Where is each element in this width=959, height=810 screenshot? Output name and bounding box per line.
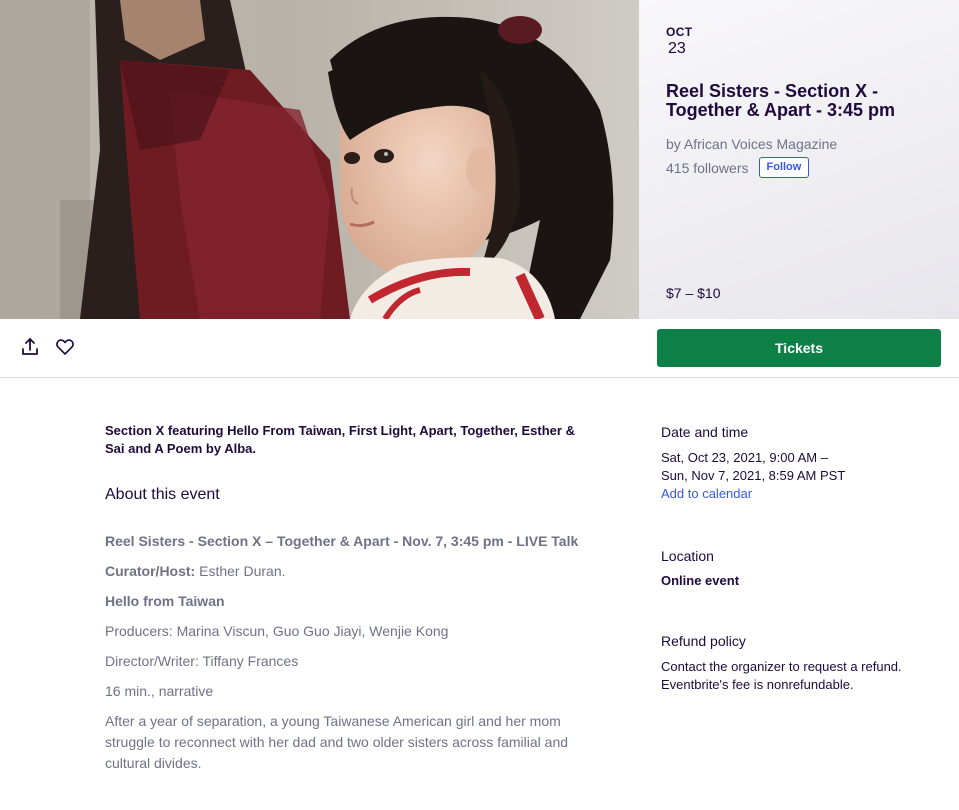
price-range: $7 – $10: [666, 285, 721, 301]
event-date-day: 23: [668, 40, 686, 57]
organizer-followers-row: 415 followers Follow: [666, 157, 810, 178]
curator-label: Curator/Host:: [105, 563, 196, 579]
refund-policy-line2: Eventbrite's fee is nonrefundable.: [661, 677, 854, 692]
date-time-heading: Date and time: [661, 424, 749, 440]
event-date-month: OCT: [666, 25, 693, 39]
date-range-start: Sat, Oct 23, 2021, 9:00 AM –: [661, 450, 828, 465]
share-icon[interactable]: [20, 337, 40, 357]
event-details-sidebar: Date and time Sat, Oct 23, 2021, 9:00 AM…: [661, 424, 951, 694]
tickets-button[interactable]: Tickets: [657, 329, 941, 367]
hero-photo-illustration: [0, 0, 639, 319]
location-heading: Location: [661, 548, 714, 564]
film-synopsis: After a year of separation, a young Taiw…: [105, 713, 569, 771]
curator-line: Curator/Host: Esther Duran.: [105, 561, 585, 582]
event-hero: OCT 23 Reel Sisters - Section X - Togeth…: [0, 0, 959, 319]
event-title: Reel Sisters - Section X - Together & Ap…: [666, 81, 896, 120]
curator-value: Esther Duran.: [195, 563, 286, 579]
action-bar: Tickets: [0, 319, 959, 378]
add-to-calendar-link[interactable]: Add to calendar: [661, 485, 951, 503]
film-title: Hello from Taiwan: [105, 593, 225, 609]
event-description: Section X featuring Hello From Taiwan, F…: [105, 422, 585, 774]
location-value: Online event: [661, 573, 740, 588]
event-summary-text: Section X featuring Hello From Taiwan, F…: [105, 423, 575, 456]
film-director: Director/Writer: Tiffany Frances: [105, 653, 299, 669]
event-subheading: Reel Sisters - Section X – Together & Ap…: [105, 533, 579, 549]
refund-policy-heading: Refund policy: [661, 633, 746, 649]
film-producers: Producers: Marina Viscun, Guo Guo Jiayi,…: [105, 623, 449, 639]
event-summary-panel: OCT 23 Reel Sisters - Section X - Togeth…: [639, 0, 959, 319]
event-hero-image: [0, 0, 639, 319]
heart-icon[interactable]: [55, 337, 75, 357]
refund-policy-line1: Contact the organizer to request a refun…: [661, 659, 902, 674]
film-runtime: 16 min., narrative: [105, 683, 214, 699]
about-heading: About this event: [105, 486, 220, 503]
followers-count: 415 followers: [666, 159, 749, 176]
date-range-end: Sun, Nov 7, 2021, 8:59 AM PST: [661, 468, 846, 483]
follow-button[interactable]: Follow: [758, 157, 810, 178]
organizer-name[interactable]: by African Voices Magazine: [666, 136, 837, 152]
